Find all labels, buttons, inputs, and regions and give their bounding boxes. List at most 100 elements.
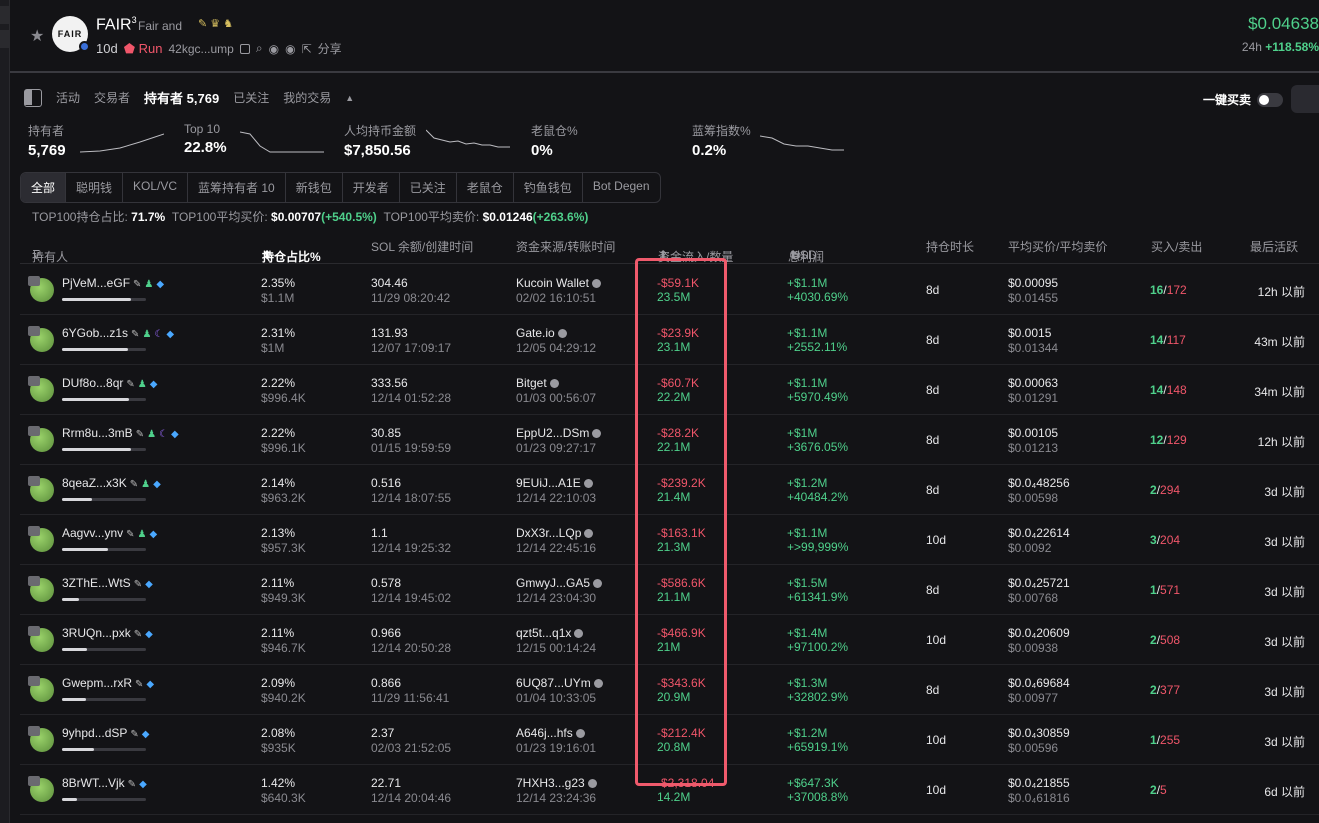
fund-source[interactable]: 7HXH3...g23 <box>516 776 585 790</box>
quick-trade-toggle[interactable]: 一键买卖 <box>1203 91 1283 108</box>
holder-address-text[interactable]: 3ZThE...WtS <box>62 576 131 590</box>
currency-switch-icon[interactable]: ⊜ <box>791 248 801 262</box>
tab-holders[interactable]: 持有者 5,769 <box>144 88 219 107</box>
filter-bot-degen[interactable]: Bot Degen <box>583 173 660 202</box>
twitter-icon[interactable]: ◉ <box>285 42 295 56</box>
holder-address-text[interactable]: 8qeaZ...x3K <box>62 476 127 490</box>
col-hold-time[interactable]: 持仓时长 <box>926 238 974 255</box>
avatar[interactable] <box>28 476 54 502</box>
holder-address[interactable]: PjVeM...eGF ✎ ♟ ◆ <box>62 276 164 290</box>
avatar[interactable] <box>28 276 54 302</box>
avatar[interactable] <box>28 626 54 652</box>
col-sol[interactable]: SOL 余额/创建时间 <box>371 238 473 255</box>
edit-icon[interactable]: ✎ <box>134 629 142 640</box>
holder-address[interactable]: 9yhpd...dSP ✎ ◆ <box>62 726 149 740</box>
edit-icon[interactable]: ✎ <box>133 279 141 290</box>
holder-address-text[interactable]: Rrm8u...3mB <box>62 426 133 440</box>
holder-address[interactable]: 8qeaZ...x3K ✎ ♟ ◆ <box>62 476 161 490</box>
holder-address-text[interactable]: DUf8o...8qr <box>62 376 123 390</box>
holder-address[interactable]: 8BrWT...Vjk ✎ ◆ <box>62 776 147 790</box>
edit-icon[interactable]: ✎ <box>134 579 142 590</box>
avatar[interactable] <box>28 426 54 452</box>
holder-address[interactable]: 6YGob...z1s ✎ ♟ ☾ ◆ <box>62 326 174 340</box>
avatar[interactable] <box>28 576 54 602</box>
fund-source[interactable]: 6UQ87...UYm <box>516 676 591 690</box>
search-icon[interactable]: ⌕ <box>256 41 263 56</box>
edit-icon[interactable]: ✎ <box>126 529 134 540</box>
holder-address-text[interactable]: PjVeM...eGF <box>62 276 130 290</box>
fund-source[interactable]: Gate.io <box>516 326 555 340</box>
holder-address-text[interactable]: 9yhpd...dSP <box>62 726 127 740</box>
col-last-active[interactable]: 最后活跃 <box>1250 238 1298 255</box>
filter-rat-trader[interactable]: 老鼠仓 <box>457 173 514 202</box>
table-row[interactable]: 8qeaZ...x3K ✎ ♟ ◆ 2.14% $963.2K 0.516 12/14 18:… <box>20 465 1319 515</box>
col-buy-sell[interactable]: 买入/卖出 <box>1151 238 1202 255</box>
fund-source[interactable]: Kucoin Wallet <box>516 276 589 290</box>
holder-address-text[interactable]: 8BrWT...Vjk <box>62 776 125 790</box>
fund-source[interactable]: DxX3r...LQp <box>516 526 581 540</box>
share-panel-button[interactable] <box>1291 85 1319 113</box>
sort-desc-icon[interactable]: ⬍ <box>262 248 272 262</box>
panel-toggle-icon[interactable] <box>24 88 42 107</box>
table-row[interactable]: 8BrWT...Vjk ✎ ◆ 1.42% $640.3K 22.71 12/14 20:0… <box>20 765 1319 815</box>
filter-bluechip[interactable]: 蓝筹持有者 10 <box>188 173 286 202</box>
table-row[interactable]: Gwepm...rxR ✎ ◆ 2.09% $940.2K 0.866 11/29 11:5… <box>20 665 1319 715</box>
filter-kol-vc[interactable]: KOL/VC <box>123 173 189 202</box>
holder-address[interactable]: Rrm8u...3mB ✎ ♟ ☾ ◆ <box>62 426 179 440</box>
share-icon[interactable]: ⇱ <box>302 42 312 56</box>
edit-icon[interactable]: ✎ <box>128 779 136 790</box>
tab-my-trades[interactable]: 我的交易 <box>283 89 331 106</box>
col-avg-price[interactable]: 平均买价/平均卖价 <box>1008 238 1107 255</box>
website-icon[interactable]: ◉ <box>269 42 279 56</box>
contract-address[interactable]: 42kgc...ump <box>168 42 233 56</box>
collapse-caret-icon[interactable]: ▲ <box>345 93 354 103</box>
left-edge-tab[interactable] <box>0 6 10 24</box>
avatar[interactable] <box>28 376 54 402</box>
edit-icon[interactable]: ✎ <box>130 479 138 490</box>
table-row[interactable]: 3RUQn...pxk ✎ ◆ 2.11% $946.7K 0.966 12/14 20:5… <box>20 615 1319 665</box>
filter-all[interactable]: 全部 <box>21 173 67 202</box>
col-pnl[interactable]: 总利润 ⬍ USD ⊜ <box>788 238 824 264</box>
table-row[interactable]: 9yhpd...dSP ✎ ◆ 2.08% $935K 2.37 02/03 21:52:0… <box>20 715 1319 765</box>
holder-address-text[interactable]: Gwepm...rxR <box>62 676 132 690</box>
fund-source[interactable]: qzt5t...q1x <box>516 626 571 640</box>
fund-source[interactable]: 9EUiJ...A1E <box>516 476 581 490</box>
fund-source[interactable]: Bitget <box>516 376 547 390</box>
favorite-star-icon[interactable]: ★ <box>30 26 44 46</box>
filter-developer[interactable]: 开发者 <box>343 173 400 202</box>
share-label[interactable]: 分享 <box>318 40 342 57</box>
filter-icon[interactable]: ⊽ <box>32 248 41 262</box>
filter-phishing[interactable]: 钓鱼钱包 <box>514 173 583 202</box>
table-row[interactable]: PjVeM...eGF ✎ ♟ ◆ 2.35% $1.1M 304.46 11/29 08:2… <box>20 265 1319 315</box>
col-source[interactable]: 资金来源/转账时间 <box>516 238 615 255</box>
holder-address[interactable]: Aagvv...ynv ✎ ♟ ◆ <box>62 526 157 540</box>
holder-address[interactable]: Gwepm...rxR ✎ ◆ <box>62 676 154 690</box>
fund-source[interactable]: GmwyJ...GA5 <box>516 576 590 590</box>
edit-icon[interactable]: ✎ <box>126 379 134 390</box>
holder-address-text[interactable]: 6YGob...z1s <box>62 326 128 340</box>
table-row[interactable]: 6YGob...z1s ✎ ♟ ☾ ◆ 2.31% $1M 131.93 12/07 17:09… <box>20 315 1319 365</box>
holder-address[interactable]: DUf8o...8qr ✎ ♟ ◆ <box>62 376 157 390</box>
table-row[interactable]: Rrm8u...3mB ✎ ♟ ☾ ◆ 2.22% $996.1K 30.85 01/15 19… <box>20 415 1319 465</box>
fund-source[interactable]: A646j...hfs <box>516 726 573 740</box>
table-row[interactable]: Aagvv...ynv ✎ ♟ ◆ 2.13% $957.3K 1.1 12/14 19:25… <box>20 515 1319 565</box>
left-edge-tab[interactable] <box>0 30 10 48</box>
fund-source[interactable]: EppU2...DSm <box>516 426 589 440</box>
tab-activity[interactable]: 活动 <box>56 89 80 106</box>
filter-followed[interactable]: 已关注 <box>400 173 457 202</box>
holder-address-text[interactable]: Aagvv...ynv <box>62 526 123 540</box>
edit-icon[interactable]: ✎ <box>131 329 139 340</box>
holder-address[interactable]: 3RUQn...pxk ✎ ◆ <box>62 626 153 640</box>
filter-smart-money[interactable]: 聪明钱 <box>66 173 124 202</box>
avatar[interactable] <box>28 526 54 552</box>
avatar[interactable] <box>28 776 54 802</box>
holder-address[interactable]: 3ZThE...WtS ✎ ◆ <box>62 576 153 590</box>
filter-new-wallet[interactable]: 新钱包 <box>286 173 343 202</box>
holder-address-text[interactable]: 3RUQn...pxk <box>62 626 131 640</box>
sort-icon[interactable]: ⬍ <box>658 248 668 262</box>
tab-followed[interactable]: 已关注 <box>233 89 269 106</box>
table-row[interactable]: 3ZThE...WtS ✎ ◆ 2.11% $949.3K 0.578 12/14 19:4… <box>20 565 1319 615</box>
copy-icon[interactable] <box>239 43 250 54</box>
avatar[interactable] <box>28 326 54 352</box>
edit-icon[interactable]: ✎ <box>135 679 143 690</box>
